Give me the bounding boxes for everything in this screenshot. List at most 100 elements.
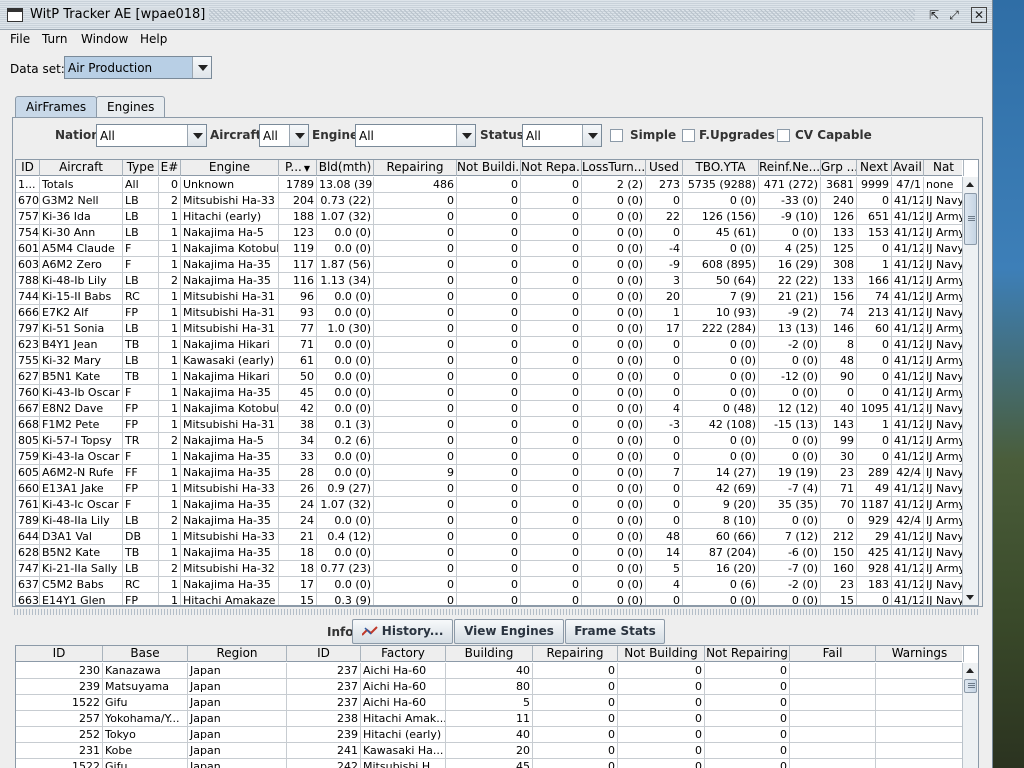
table-row[interactable]: 761 Ki-43-Ic Oscar F 1 Nakajima Ha-35 24 1.07 … xyxy=(16,497,964,513)
table-row[interactable]: 663 E14Y1 Glen FP 1 Hitachi Amakaze 15 0.3 (9)… xyxy=(16,593,964,605)
table-row[interactable]: 601 A5M4 Claude F 1 Nakajima Kotobuki 119 0.0 … xyxy=(16,241,964,257)
column-header[interactable]: LossTurn... xyxy=(582,160,646,176)
column-header[interactable]: ID xyxy=(16,160,40,176)
dataset-select[interactable]: Air Production xyxy=(64,56,212,79)
column-header[interactable]: Fail xyxy=(790,646,876,662)
column-header[interactable]: Not Repa... xyxy=(521,160,582,176)
column-header[interactable]: Engine xyxy=(181,160,279,176)
table-row[interactable]: 667 E8N2 Dave FP 1 Nakajima Kotobuki 42 0.0 (0… xyxy=(16,401,964,417)
column-header[interactable]: E# xyxy=(159,160,181,176)
table-row[interactable]: 788 Ki-48-Ib Lily LB 2 Nakajima Ha-35 116 1.13… xyxy=(16,273,964,289)
column-header[interactable]: Warnings xyxy=(876,646,964,662)
column-header[interactable]: Used xyxy=(646,160,683,176)
table-row[interactable]: 1522 Gifu Japan 242 Mitsubishi H... 45 0 0 0 xyxy=(16,759,964,768)
column-header[interactable]: Factory xyxy=(361,646,446,662)
scroll-down-icon[interactable] xyxy=(963,590,978,605)
menu-turn[interactable]: Turn xyxy=(42,32,67,46)
scroll-thumb[interactable] xyxy=(964,679,977,693)
table-row[interactable]: 627 B5N1 Kate TB 1 Nakajima Hikari 50 0.0 (0) 0… xyxy=(16,369,964,385)
cv-capable-checkbox[interactable] xyxy=(777,129,790,142)
column-header[interactable]: Aircraft xyxy=(40,160,123,176)
table-row[interactable]: 605 A6M2-N Rufe FF 1 Nakajima Ha-35 28 0.0 (0)… xyxy=(16,465,964,481)
table-row[interactable]: 257 Yokohama/Y... Japan 238 Hitachi Amak... 1… xyxy=(16,711,964,727)
table-row[interactable]: 670 G3M2 Nell LB 2 Mitsubishi Ha-33 204 0.73 (… xyxy=(16,193,964,209)
maximize-icon[interactable]: ⤢ xyxy=(946,7,962,23)
history-button[interactable]: History... xyxy=(352,619,453,644)
minimize-icon[interactable]: ⇱ xyxy=(926,7,942,23)
fupgrades-checkbox[interactable] xyxy=(682,129,695,142)
column-header[interactable]: Not Repairing xyxy=(705,646,790,662)
title-bar[interactable]: WitP Tracker AE [wpae018] ⇱ ⤢ ✕ xyxy=(0,0,992,30)
table-row[interactable]: 644 D3A1 Val DB 1 Mitsubishi Ha-33 21 0.4 (12)… xyxy=(16,529,964,545)
scroll-up-icon[interactable] xyxy=(963,177,978,192)
table-row[interactable]: 744 Ki-15-II Babs RC 1 Mitsubishi Ha-31 96 0.0… xyxy=(16,289,964,305)
table-cell: E13A1 Jake xyxy=(40,481,123,497)
table-cell: 1 xyxy=(159,241,181,257)
table-row[interactable]: 757 Ki-36 Ida LB 1 Hitachi (early) 188 1.07 (3… xyxy=(16,209,964,225)
table-row[interactable]: 747 Ki-21-IIa Sally LB 2 Mitsubishi Ha-32 18 0… xyxy=(16,561,964,577)
table-cell: -9 (2) xyxy=(759,305,821,321)
column-header[interactable]: Nat xyxy=(924,160,964,176)
menu-window[interactable]: Window xyxy=(81,32,128,46)
nation-select[interactable]: All xyxy=(96,124,207,147)
menu-file[interactable]: File xyxy=(10,32,30,46)
table-row[interactable]: 230 Kanazawa Japan 237 Aichi Ha-60 40 0 0 0 xyxy=(16,663,964,679)
table-row[interactable]: 231 Kobe Japan 241 Kawasaki Ha... 20 0 0 0 xyxy=(16,743,964,759)
simple-checkbox[interactable] xyxy=(610,129,623,142)
column-header[interactable]: Next xyxy=(857,160,892,176)
table-row[interactable]: 252 Tokyo Japan 239 Hitachi (early) 40 0 0 0 xyxy=(16,727,964,743)
table-row[interactable]: 623 B4Y1 Jean TB 1 Nakajima Hikari 71 0.0 (0) 0… xyxy=(16,337,964,353)
table-row[interactable]: 666 E7K2 Alf FP 1 Mitsubishi Ha-31 93 0.0 (0) 0… xyxy=(16,305,964,321)
column-header[interactable]: Avail xyxy=(892,160,924,176)
tab-airframes[interactable]: AirFrames xyxy=(15,96,98,118)
table-row[interactable]: 754 Ki-30 Ann LB 1 Nakajima Ha-5 123 0.0 (0) 0 0… xyxy=(16,225,964,241)
column-header[interactable]: Not Building xyxy=(618,646,705,662)
column-header[interactable]: ID xyxy=(16,646,103,662)
column-header[interactable]: Reinf.Ne... xyxy=(759,160,821,176)
table-row[interactable]: 760 Ki-43-Ib Oscar F 1 Nakajima Ha-35 45 0.0 (… xyxy=(16,385,964,401)
table-row[interactable]: 239 Matsuyama Japan 237 Aichi Ha-60 80 0 0 0 xyxy=(16,679,964,695)
table-cell: 797 xyxy=(18,321,40,337)
column-header[interactable]: TBO.YTA xyxy=(683,160,759,176)
airframes-scrollbar[interactable] xyxy=(962,177,978,605)
engine-select[interactable]: All xyxy=(355,124,476,147)
table-cell: 0 xyxy=(374,481,457,497)
table-row[interactable]: 637 C5M2 Babs RC 1 Nakajima Ha-35 17 0.0 (0) 0 0… xyxy=(16,577,964,593)
column-header[interactable]: ID xyxy=(287,646,361,662)
table-row[interactable]: 603 A6M2 Zero F 1 Nakajima Ha-35 117 1.87 (56)… xyxy=(16,257,964,273)
close-icon[interactable]: ✕ xyxy=(971,7,987,23)
column-header[interactable]: Base xyxy=(103,646,188,662)
column-header[interactable]: Repairing xyxy=(533,646,618,662)
table-row[interactable]: 1...TotalsAll0Unknown178913.08 (392)4860… xyxy=(16,177,964,193)
table-cell: 0 (0) xyxy=(582,401,646,417)
scroll-thumb[interactable] xyxy=(964,193,977,245)
aircraft-select[interactable]: All xyxy=(259,124,309,147)
menu-help[interactable]: Help xyxy=(140,32,167,46)
table-row[interactable]: 789 Ki-48-IIa Lily LB 2 Nakajima Ha-35 24 0.0 … xyxy=(16,513,964,529)
status-select[interactable]: All xyxy=(522,124,602,147)
table-row[interactable]: 759 Ki-43-Ia Oscar F 1 Nakajima Ha-35 33 0.0 (… xyxy=(16,449,964,465)
scroll-up-icon[interactable] xyxy=(963,663,978,678)
table-cell: 0 xyxy=(521,193,582,209)
tab-engines[interactable]: Engines xyxy=(96,96,166,117)
table-row[interactable]: 1522 Gifu Japan 237 Aichi Ha-60 5 0 0 0 xyxy=(16,695,964,711)
column-header[interactable]: Grp ... xyxy=(821,160,857,176)
column-header[interactable]: Building xyxy=(446,646,533,662)
table-row[interactable]: 668 F1M2 Pete FP 1 Mitsubishi Ha-31 38 0.1 (3)… xyxy=(16,417,964,433)
column-header[interactable]: Repairing xyxy=(374,160,457,176)
factories-scrollbar[interactable] xyxy=(962,663,978,768)
column-header[interactable]: P... ▼ xyxy=(279,160,317,176)
table-row[interactable]: 755 Ki-32 Mary LB 1 Kawasaki (early) 61 0.0 (0… xyxy=(16,353,964,369)
column-header[interactable]: Region xyxy=(188,646,287,662)
table-row[interactable]: 660 E13A1 Jake FP 1 Mitsubishi Ha-33 26 0.9 (2… xyxy=(16,481,964,497)
table-row[interactable]: 805 Ki-57-I Topsy TR 2 Nakajima Ha-5 34 0.2 (6… xyxy=(16,433,964,449)
split-pane-divider[interactable] xyxy=(14,609,980,615)
table-cell: 237 xyxy=(287,663,361,679)
column-header[interactable]: Bld(mth) xyxy=(317,160,374,176)
table-row[interactable]: 797 Ki-51 Sonia LB 1 Mitsubishi Ha-31 77 1.0 (… xyxy=(16,321,964,337)
view-engines-button[interactable]: View Engines xyxy=(454,619,564,644)
column-header[interactable]: Type xyxy=(123,160,159,176)
frame-stats-button[interactable]: Frame Stats xyxy=(565,619,665,644)
column-header[interactable]: Not Buildi... xyxy=(457,160,521,176)
table-row[interactable]: 628 B5N2 Kate TB 1 Nakajima Ha-35 18 0.0 (0) 0 0… xyxy=(16,545,964,561)
